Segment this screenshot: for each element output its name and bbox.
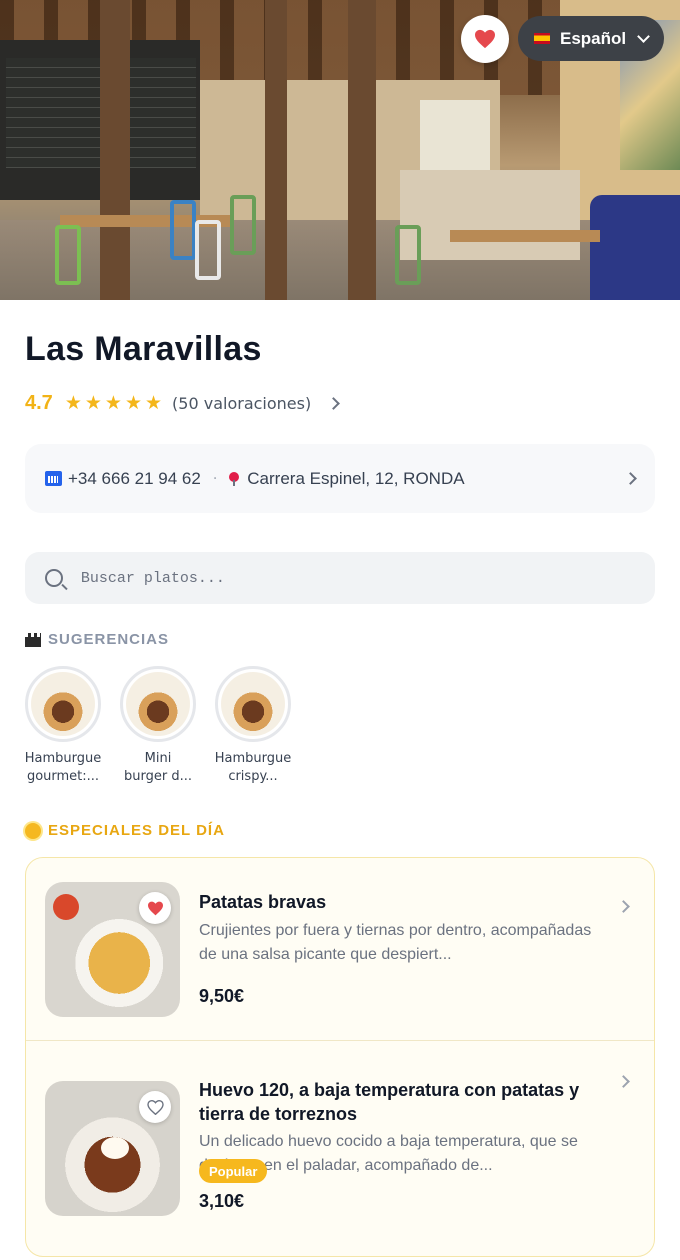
suggestion-image [120,666,196,742]
clapperboard-icon [25,632,41,647]
chevron-right-icon [327,396,341,410]
sun-icon [25,822,41,839]
popular-badge: Popular [199,1159,268,1183]
address[interactable]: Carrera Espinel, 12, RONDA [247,469,464,489]
star-icon: ★ [124,391,142,414]
search-input[interactable] [80,569,635,587]
dish-description: Crujientes por fuera y tiernas por dentr… [199,922,592,963]
dish-card[interactable]: Huevo 120, a baja temperatura con patata… [26,1041,654,1257]
specials-heading-text: ESPECIALES DEL DÍA [48,822,225,839]
language-label: Español [560,28,627,48]
specials-heading: ESPECIALES DEL DÍA [25,822,225,839]
search-bar[interactable] [25,552,655,604]
language-selector[interactable]: Español [518,16,664,61]
dish-price: 9,50€ [199,986,245,1006]
restaurant-name: Las Maravillas [25,330,262,368]
search-icon [45,569,63,587]
favorite-toggle[interactable] [139,1091,171,1123]
suggestion-image [215,666,291,742]
specials-list: Patatas bravas Crujientes por fuera y ti… [25,857,655,1257]
suggestion-name: Hamburgue gourmet:... [24,751,102,784]
dish-title: Patatas bravas [199,892,327,912]
star-icon: ★ [104,391,122,414]
heart-filled-icon [147,901,163,915]
suggestion-name: Hamburgue crispy... [214,751,292,784]
suggestions-heading: SUGERENCIAS [25,631,169,648]
phone-number[interactable]: +34 666 21 94 62 [68,469,201,489]
suggestion-image [25,666,101,742]
dish-price: 3,10€ [199,1191,245,1211]
chevron-right-icon [617,1075,630,1088]
reviews-count: (50 valoraciones) [172,393,312,413]
rating-row[interactable]: 4.7 ★ ★ ★ ★ ★ (50 valoraciones) [25,390,341,416]
location-pin-icon [229,471,240,486]
favorite-toggle[interactable] [139,892,171,924]
heart-outline-icon [146,1099,164,1115]
heart-icon [475,29,495,49]
rating-stars: ★ ★ ★ ★ ★ [64,391,163,414]
suggestions-heading-text: SUGERENCIAS [48,631,170,648]
spain-flag-icon [534,33,550,44]
phone-icon [45,471,62,486]
contact-info-card[interactable]: +34 666 21 94 62 · Carrera Espinel, 12, … [25,444,655,513]
chevron-right-icon [624,472,637,485]
separator-dot: · [212,470,218,487]
chevron-right-icon [617,900,630,913]
suggestion-item[interactable]: Hamburgue gourmet:... [24,666,102,786]
chevron-down-icon [637,29,650,43]
dish-title: Huevo 120, a baja temperatura con patata… [199,1080,580,1124]
star-icon: ★ [84,391,102,414]
dish-card[interactable]: Patatas bravas Crujientes por fuera y ti… [26,858,654,1041]
suggestion-name: Mini burger d... [124,751,192,784]
star-icon: ★ [64,391,82,414]
suggestion-item[interactable]: Hamburgue crispy... [214,666,292,786]
star-icon: ★ [145,391,163,414]
favorite-button[interactable] [461,15,509,63]
rating-score: 4.7 [25,391,53,414]
suggestion-item[interactable]: Mini burger d... [119,666,197,786]
